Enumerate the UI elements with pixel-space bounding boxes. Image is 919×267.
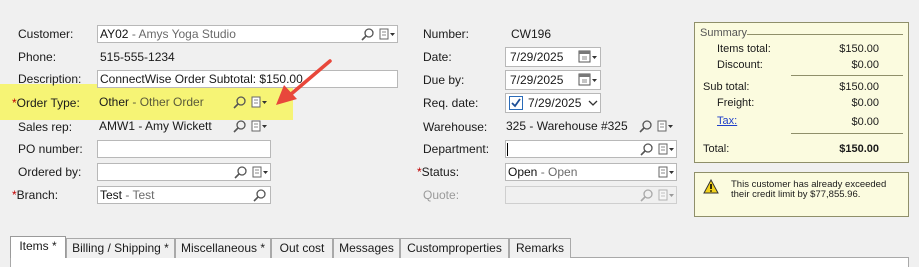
red-arrow-annotation [276, 59, 332, 105]
note-dropdown-icon[interactable] [251, 95, 269, 109]
discount-label: Discount: [717, 59, 763, 71]
status-label: *Status: [417, 165, 460, 179]
description-field[interactable]: ConnectWise Order Subtotal: $150.00 [97, 70, 398, 88]
po-number-field[interactable] [97, 140, 271, 158]
date-field[interactable]: 7/29/2025 [505, 47, 601, 67]
items-total-value: $150.00 [839, 43, 879, 55]
department-field[interactable] [505, 140, 677, 158]
department-label: Department: [423, 142, 490, 156]
items-total-label: Items total: [717, 43, 771, 55]
tab-messages[interactable]: Messages [333, 238, 400, 258]
customer-label: Customer: [18, 27, 74, 41]
summary-divider-total [791, 133, 903, 134]
total-label: Total: [703, 143, 730, 155]
tab-billing-shipping[interactable]: Billing / Shipping * [66, 238, 175, 258]
freight-label: Freight: [717, 97, 755, 109]
phone-value: 515-555-1234 [100, 50, 175, 64]
tab-customproperties[interactable]: Customproperties [400, 238, 509, 258]
chevron-down-icon[interactable] [587, 97, 599, 111]
discount-value: $0.00 [851, 59, 879, 71]
credit-warning-panel: This customer has already exceeded their… [694, 172, 909, 217]
due-by-field[interactable]: 7/29/2025 [505, 70, 601, 90]
note-dropdown-icon[interactable] [658, 165, 676, 179]
customer-field[interactable]: AY02 - Amys Yoga Studio [97, 25, 398, 43]
note-dropdown-icon[interactable] [658, 142, 676, 156]
description-label: Description: [18, 72, 82, 86]
search-icon[interactable] [361, 27, 375, 41]
search-icon[interactable] [253, 188, 267, 202]
note-dropdown-icon[interactable] [657, 119, 675, 133]
ordered-by-field[interactable] [97, 163, 271, 181]
summary-title: Summary [700, 27, 748, 39]
total-value: $150.00 [839, 143, 879, 155]
checkbox-checked-icon[interactable] [509, 96, 523, 112]
search-icon[interactable] [233, 95, 247, 109]
search-icon[interactable] [234, 165, 248, 179]
number-label: Number: [423, 27, 470, 41]
summary-panel: Summary Items total: $150.00 Discount: $… [694, 22, 909, 163]
date-label: Date: [423, 50, 452, 64]
ordered-by-label: Ordered by: [18, 165, 82, 179]
tab-items[interactable]: Items * [10, 236, 66, 258]
sub-total-value: $150.00 [839, 81, 879, 93]
note-dropdown-icon[interactable] [252, 165, 270, 179]
search-icon[interactable] [233, 119, 247, 133]
tab-miscellaneous[interactable]: Miscellaneous * [175, 238, 271, 258]
sales-rep-label: Sales rep: [18, 120, 73, 134]
sales-rep-field[interactable]: AMW1 - Amy Wickett [97, 118, 275, 136]
quote-field[interactable] [505, 186, 677, 204]
note-dropdown-icon[interactable] [251, 119, 269, 133]
text-cursor [507, 143, 508, 156]
summary-title-rule [747, 34, 903, 35]
quote-label: Quote: [423, 188, 460, 202]
number-value: CW196 [511, 27, 552, 41]
status-field[interactable]: Open - Open [505, 163, 677, 181]
tax-value: $0.00 [851, 116, 879, 128]
due-by-label: Due by: [423, 73, 465, 87]
order-type-label: *Order Type: [12, 96, 80, 110]
search-icon [640, 188, 654, 202]
phone-label: Phone: [18, 50, 57, 64]
credit-warning-message: This customer has already exceeded their… [731, 179, 887, 200]
warehouse-field[interactable]: 325 - Warehouse #325 [505, 118, 678, 136]
order-type-field[interactable]: Other - Other Order [97, 94, 275, 112]
search-icon[interactable] [640, 142, 654, 156]
search-icon[interactable] [639, 119, 653, 133]
note-dropdown-icon[interactable] [379, 27, 397, 41]
warehouse-label: Warehouse: [423, 120, 488, 134]
tax-link[interactable]: Tax: [717, 115, 737, 127]
calendar-icon[interactable] [578, 50, 598, 64]
note-dropdown-icon [658, 188, 676, 202]
warning-icon [703, 178, 719, 197]
tab-content-area [10, 258, 909, 267]
po-number-label: PO number: [18, 142, 83, 156]
sub-total-label: Sub total: [703, 81, 750, 93]
tab-remarks[interactable]: Remarks [509, 238, 571, 258]
branch-label: *Branch: [12, 188, 59, 202]
calendar-icon[interactable] [578, 73, 598, 87]
req-date-field[interactable]: 7/29/2025 [505, 93, 601, 113]
freight-value: $0.00 [851, 97, 879, 109]
summary-divider [791, 75, 903, 76]
req-date-label: Req. date: [423, 96, 479, 110]
branch-field[interactable]: Test - Test [97, 186, 271, 204]
tab-out-cost[interactable]: Out cost [271, 238, 333, 258]
